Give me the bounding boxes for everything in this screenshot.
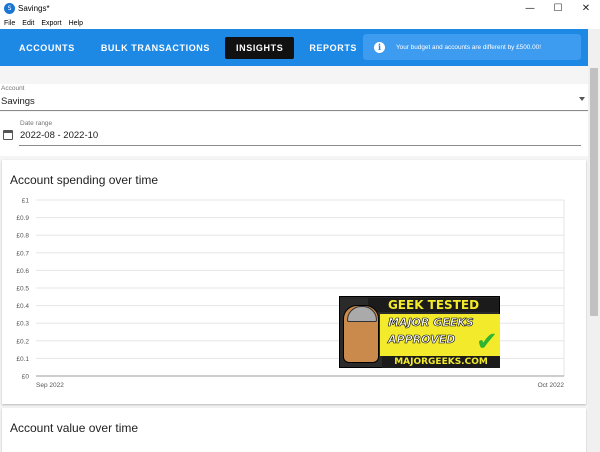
value-chart-title: Account value over time	[10, 421, 139, 435]
menu-export[interactable]: Export	[41, 20, 61, 27]
tab-insights[interactable]: INSIGHTS	[225, 36, 295, 59]
calendar-icon[interactable]	[3, 130, 13, 140]
app-logo-icon: S	[4, 3, 15, 14]
value-chart-card: Account value over time	[2, 408, 586, 452]
badge-line1: MAJOR GEEKS	[388, 316, 474, 330]
helmet-icon	[347, 306, 377, 322]
scrollbar-thumb[interactable]	[590, 68, 598, 316]
minimize-button[interactable]: —	[516, 0, 544, 17]
tab-accounts[interactable]: ACCOUNTS	[8, 37, 86, 59]
badge-url: MAJORGEEKS.COM	[382, 356, 500, 368]
account-label: Account	[1, 85, 25, 92]
date-range-label: Date range	[20, 120, 53, 127]
badge-top-text: GEEK TESTED	[368, 298, 499, 312]
checkmark-icon: ✔	[476, 327, 498, 357]
y-tick-label: £0.6	[16, 268, 29, 275]
menu-edit[interactable]: Edit	[22, 20, 34, 27]
x-tick-label: Sep 2022	[36, 382, 64, 389]
title-bar: S Savings* — ☐ ✕	[0, 0, 600, 17]
y-tick-label: £1	[22, 198, 30, 205]
y-tick-label: £0.8	[16, 233, 29, 240]
badge-line2: APPROVED	[388, 333, 456, 347]
y-tick-label: £0.7	[16, 250, 29, 257]
y-tick-label: £0	[22, 374, 30, 381]
date-range-input[interactable]: 2022-08 - 2022-10	[20, 130, 98, 141]
x-tick-label: Oct 2022	[538, 382, 565, 389]
y-tick-label: £0.4	[16, 303, 29, 310]
menu-bar: File Edit Export Help	[0, 17, 600, 29]
date-range-row: Date range 2022-08 - 2022-10	[0, 112, 588, 156]
y-tick-label: £0.3	[16, 321, 29, 328]
alert-text: Your budget and accounts are different b…	[396, 43, 541, 51]
maximize-button[interactable]: ☐	[544, 0, 572, 17]
y-tick-label: £0.9	[16, 215, 29, 222]
y-tick-label: £0.1	[16, 356, 29, 363]
tab-reports[interactable]: REPORTS	[298, 37, 368, 59]
account-value: Savings	[1, 96, 35, 107]
dropdown-arrow-icon	[579, 97, 585, 101]
window-controls: — ☐ ✕	[516, 0, 600, 17]
account-select[interactable]: Account Savings	[0, 84, 588, 111]
info-icon: i	[374, 41, 385, 53]
geek-mascot-icon	[343, 305, 379, 363]
budget-alert: i Your budget and accounts are different…	[363, 34, 581, 60]
app-bar: ACCOUNTS BULK TRANSACTIONS INSIGHTS REPO…	[0, 29, 588, 66]
main-content: Account Savings Date range 2022-08 - 202…	[0, 66, 588, 452]
window-title: Savings*	[18, 4, 50, 13]
date-range-underline	[19, 145, 581, 146]
tab-bulk-transactions[interactable]: BULK TRANSACTIONS	[90, 37, 221, 59]
app-window: S Savings* — ☐ ✕ File Edit Export Help A…	[0, 0, 600, 452]
menu-help[interactable]: Help	[69, 20, 83, 27]
menu-file[interactable]: File	[4, 20, 15, 27]
close-button[interactable]: ✕	[572, 0, 600, 17]
y-tick-label: £0.5	[16, 286, 29, 293]
y-tick-label: £0.2	[16, 338, 29, 345]
majorgeeks-badge: GEEK TESTED MAJOR GEEKS APPROVED ✔ MAJOR…	[339, 296, 500, 368]
